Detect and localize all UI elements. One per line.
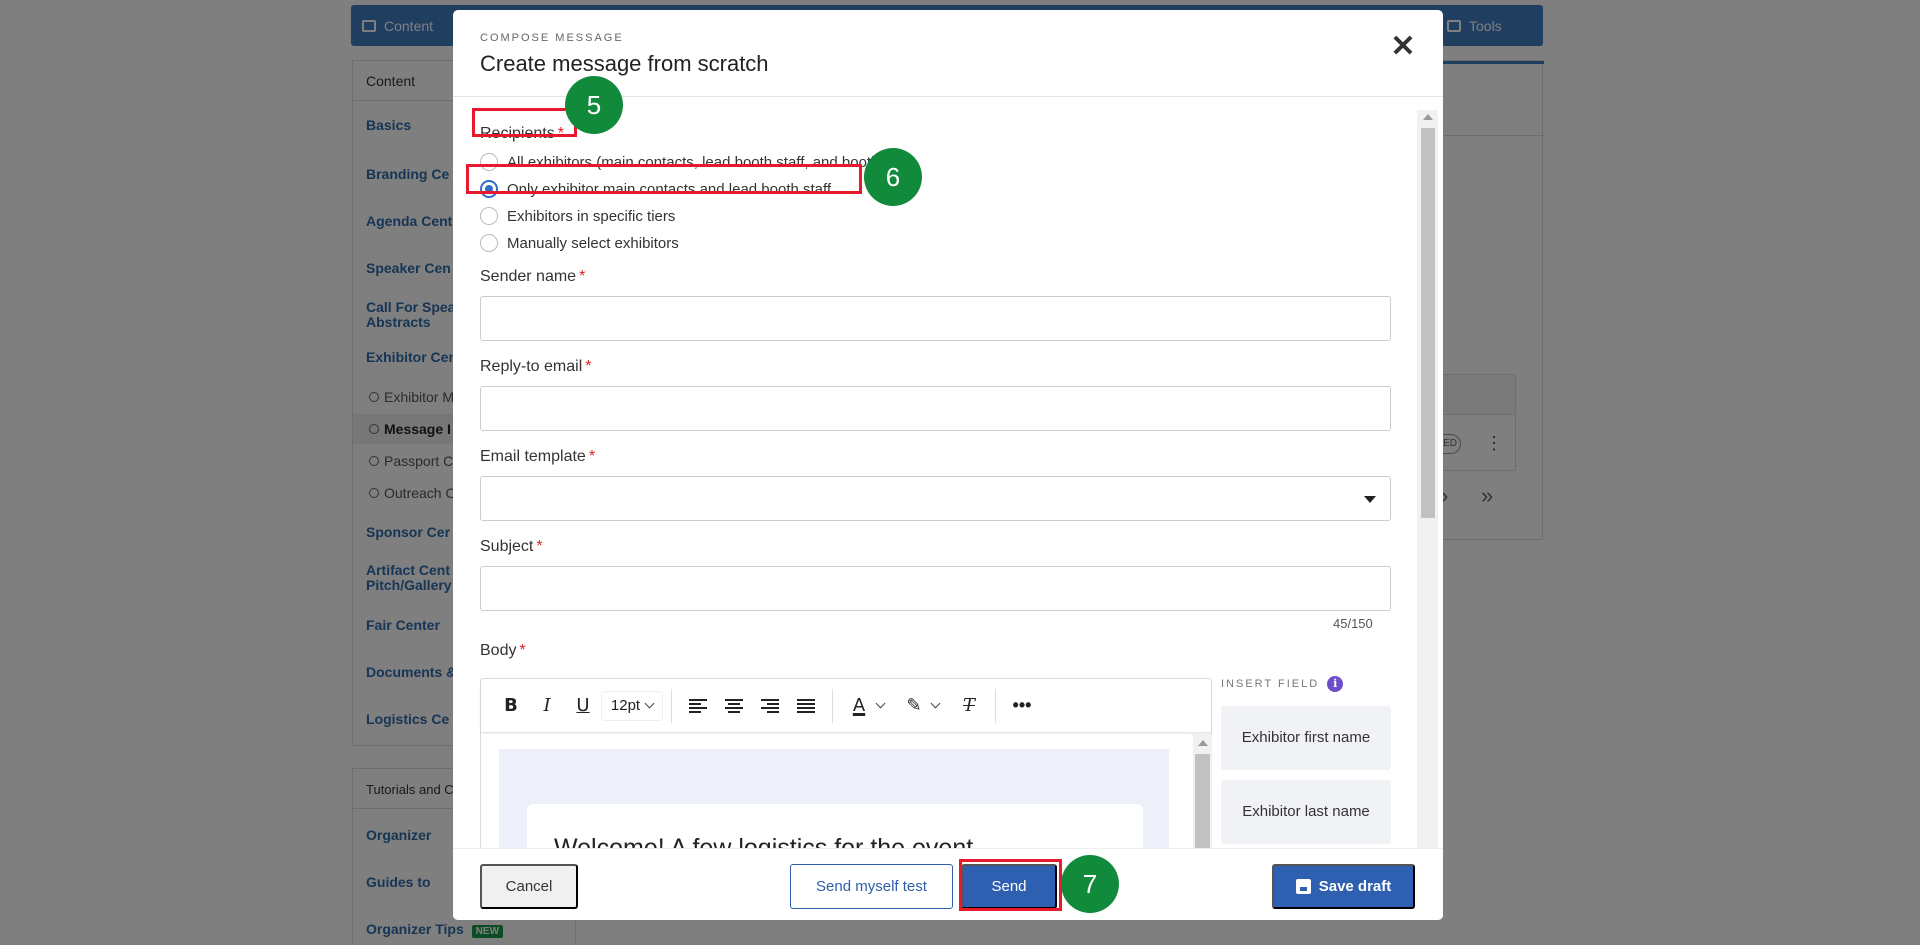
recipients-option-tiers[interactable]: Exhibitors in specific tiers (480, 205, 675, 227)
font-size-select[interactable]: 12pt (601, 690, 663, 721)
reply-to-email-input[interactable] (480, 386, 1391, 431)
scroll-thumb[interactable] (1195, 754, 1210, 848)
recipients-option-all[interactable]: All exhibitors (main contacts, lead boot… (480, 151, 917, 173)
recipients-label: Recipients * (480, 125, 564, 143)
editor-toolbar: B I U 12pt A ✎ T ••• (481, 679, 1211, 733)
save-draft-label: Save draft (1318, 878, 1392, 895)
body-label-text: Body (480, 642, 517, 659)
chevron-down-icon (644, 698, 655, 709)
email-template-label-text: Email template (480, 448, 586, 465)
toolbar-divider (995, 688, 996, 723)
subject-input[interactable] (480, 566, 1391, 611)
editor-scrollbar[interactable] (1193, 734, 1212, 848)
chevron-down-icon[interactable] (930, 698, 941, 709)
insert-field-title: INSERT FIELD i (1221, 676, 1344, 692)
scroll-up-icon[interactable] (1198, 740, 1208, 746)
required-mark: * (579, 268, 586, 285)
info-icon[interactable]: i (1327, 676, 1344, 692)
text-color-icon[interactable]: A (841, 689, 877, 723)
align-center-icon[interactable] (716, 689, 752, 723)
clear-formatting-icon[interactable]: T (951, 689, 987, 723)
option-label: Exhibitors in specific tiers (507, 207, 676, 225)
insert-field-exhibitor-first-name[interactable]: Exhibitor first name (1221, 706, 1391, 770)
sender-name-label: Sender name * (480, 268, 585, 286)
scroll-up-icon[interactable] (1423, 114, 1433, 120)
step-marker-7: 7 (1061, 855, 1119, 913)
email-template-label: Email template * (480, 448, 595, 466)
caret-down-icon (1364, 496, 1376, 503)
required-mark: * (557, 125, 564, 142)
modal-title: Create message from scratch (480, 51, 769, 76)
send-myself-test-button[interactable]: Send myself test (790, 864, 953, 909)
save-draft-button[interactable]: Save draft (1272, 864, 1415, 909)
option-label: Only exhibitor main contacts and lead bo… (507, 180, 832, 198)
subject-label: Subject * (480, 538, 543, 556)
reply-to-label-text: Reply-to email (480, 358, 583, 375)
floppy-disk-icon (1295, 879, 1311, 894)
sender-name-label-text: Sender name (480, 268, 577, 285)
insert-field-label: INSERT FIELD (1221, 678, 1320, 690)
body-editor: B I U 12pt A ✎ T ••• Welcome! A few logi… (480, 678, 1212, 848)
option-label: All exhibitors (main contacts, lead boot… (507, 153, 917, 171)
editor-content-area[interactable]: Welcome! A few logistics for the event (481, 734, 1191, 848)
email-preview-card: Welcome! A few logistics for the event (527, 804, 1143, 848)
radio-button-checked[interactable] (480, 180, 498, 198)
sender-name-input[interactable] (480, 296, 1391, 341)
more-options-icon[interactable]: ••• (1004, 689, 1040, 723)
italic-icon[interactable]: I (529, 689, 565, 723)
required-mark: * (588, 448, 596, 465)
required-mark: * (536, 538, 543, 555)
modal-footer: Cancel Send myself test Send Save draft (453, 848, 1443, 920)
recipients-option-main-contacts[interactable]: Only exhibitor main contacts and lead bo… (480, 178, 831, 200)
bold-icon[interactable]: B (493, 689, 529, 723)
step-marker-5: 5 (565, 76, 623, 134)
insert-field-exhibitor-last-name[interactable]: Exhibitor last name (1221, 780, 1391, 844)
cancel-button[interactable]: Cancel (480, 864, 578, 909)
email-preview-heading: Welcome! A few logistics for the event (554, 834, 974, 848)
step-marker-6: 6 (864, 148, 922, 206)
modal-eyebrow: COMPOSE MESSAGE (480, 32, 624, 44)
toolbar-divider (671, 688, 672, 723)
toolbar-divider (832, 688, 833, 723)
send-button[interactable]: Send (961, 864, 1057, 909)
font-size-value: 12pt (610, 697, 641, 714)
radio-button[interactable] (480, 207, 498, 225)
body-label: Body * (480, 642, 526, 660)
email-template-select[interactable] (480, 476, 1391, 521)
recipients-label-text: Recipients (480, 125, 555, 142)
scroll-thumb[interactable] (1421, 128, 1435, 518)
subject-char-counter: 45/150 (1333, 616, 1373, 631)
option-label: Manually select exhibitors (507, 234, 679, 252)
compose-message-modal: COMPOSE MESSAGE Create message from scra… (453, 10, 1443, 920)
modal-body: Recipients * All exhibitors (main contact… (453, 98, 1443, 848)
modal-scrollbar[interactable] (1417, 110, 1438, 848)
reply-to-label: Reply-to email * (480, 358, 592, 376)
radio-button[interactable] (480, 153, 498, 171)
required-mark: * (585, 358, 592, 375)
required-mark: * (519, 642, 526, 659)
close-icon[interactable]: ✕ (1386, 32, 1420, 66)
highlight-color-icon[interactable]: ✎ (896, 689, 932, 723)
underline-icon[interactable]: U (565, 689, 601, 723)
align-right-icon[interactable] (752, 689, 788, 723)
chevron-down-icon[interactable] (875, 698, 886, 709)
recipients-option-manual[interactable]: Manually select exhibitors (480, 232, 679, 254)
radio-button[interactable] (480, 234, 498, 252)
subject-label-text: Subject (480, 538, 534, 555)
align-left-icon[interactable] (680, 689, 716, 723)
align-justify-icon[interactable] (788, 689, 824, 723)
